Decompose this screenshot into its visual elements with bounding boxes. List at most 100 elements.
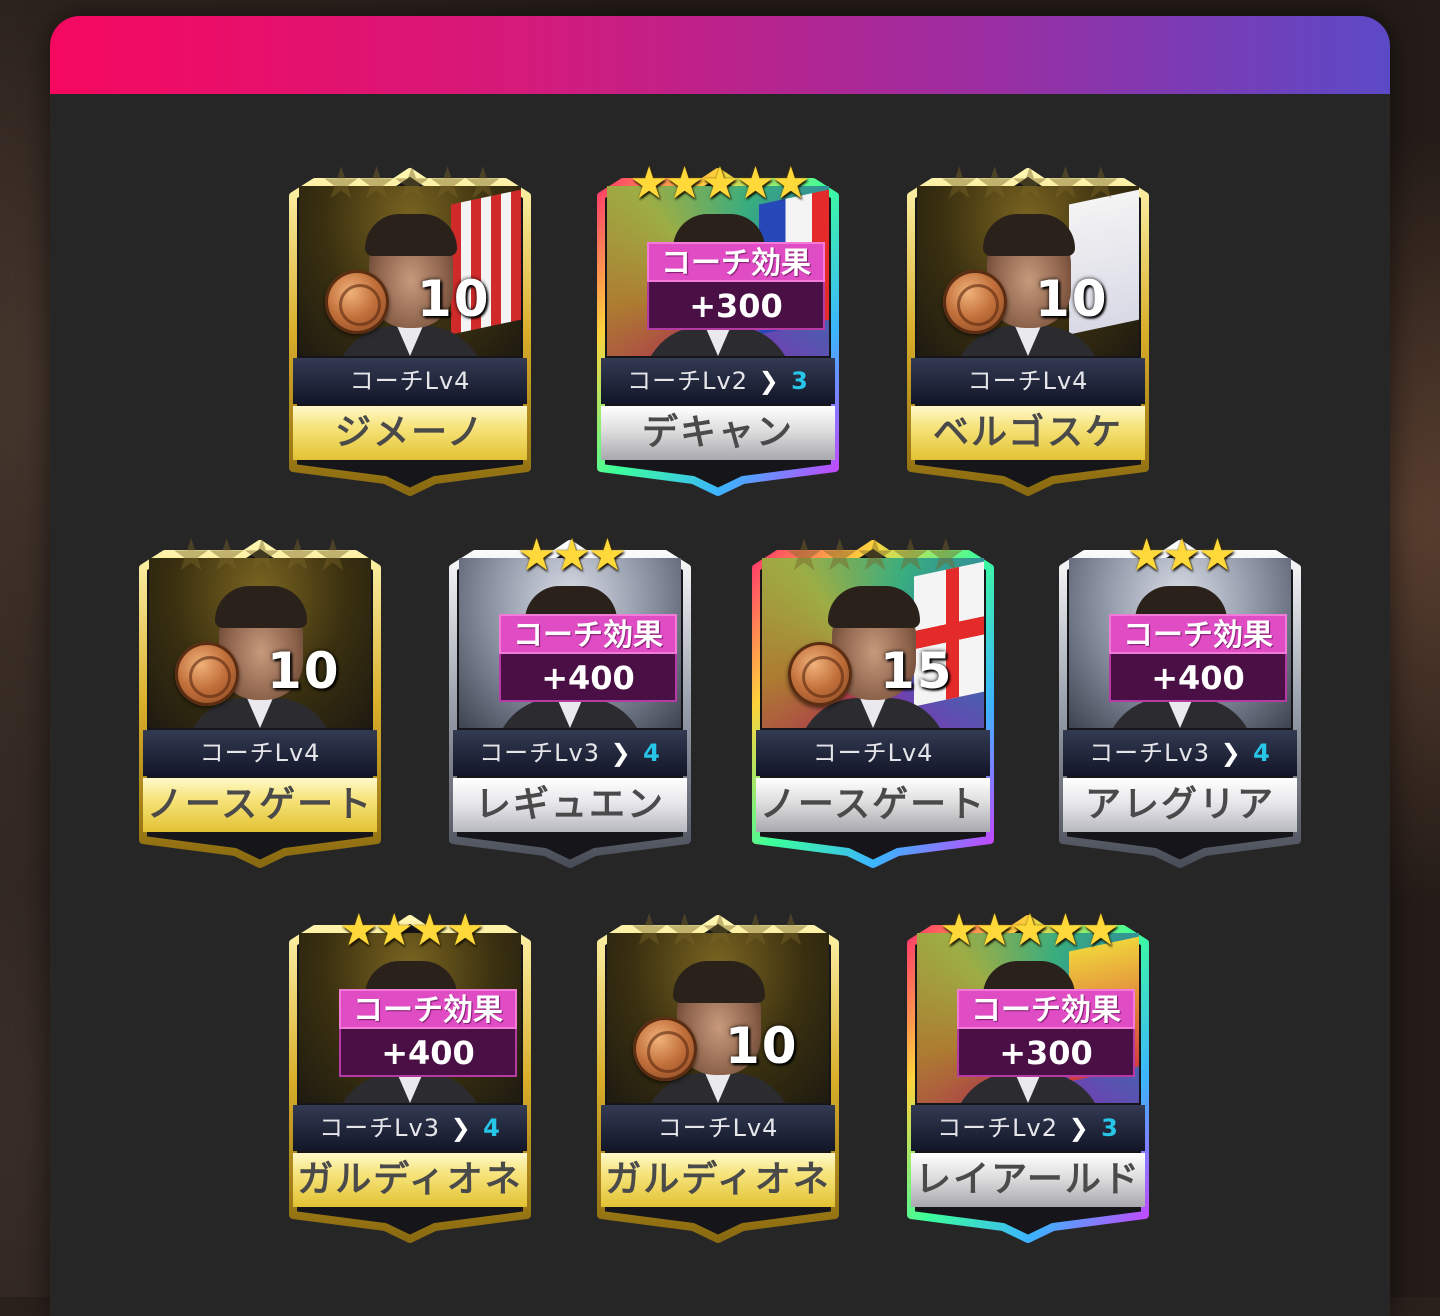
coach-portrait: 10 xyxy=(917,186,1139,356)
coach-effect-badge: コーチ効果 +400 xyxy=(339,989,517,1081)
star-icon: ★ xyxy=(735,905,776,956)
coach-card[interactable]: コーチ効果 +400 コーチLv3 ❯ 4 アレグリア ★★★ xyxy=(1055,534,1305,870)
coach-card[interactable]: コーチ効果 +300 コーチLv2 ❯ 3 レイアールド ★★★★★ xyxy=(903,909,1153,1245)
star-icon: ★ xyxy=(1126,530,1167,581)
bronze-medal-icon xyxy=(943,270,1007,334)
medal-level: 10 xyxy=(1035,270,1109,328)
coach-effect-label: コーチ効果 xyxy=(499,614,677,654)
rarity-stars: ★★★★★ xyxy=(903,909,1153,953)
star-icon: ★ xyxy=(552,530,592,581)
level-up-arrow-icon: ❯ xyxy=(758,367,790,395)
star-icon: ★ xyxy=(427,158,468,209)
coach-name: デキャン xyxy=(601,406,835,460)
coach-effect-badge: コーチ効果 +400 xyxy=(1109,614,1287,706)
rarity-stars: ★★★★ xyxy=(285,909,535,953)
star-icon: ★ xyxy=(974,158,1015,209)
coach-card[interactable]: 10 コーチLv4 ノースゲート ★★★★★ xyxy=(135,534,385,870)
star-icon: ★ xyxy=(242,530,282,581)
rarity-stars: ★★★★★ xyxy=(748,534,998,578)
coach-level: コーチLv3 xyxy=(319,1114,441,1142)
coach-card[interactable]: コーチ効果 +300 コーチLv2 ❯ 3 デキャン ★★★★★ xyxy=(593,162,843,498)
coach-hair xyxy=(828,586,920,628)
coach-name: ノースゲート xyxy=(143,778,377,832)
coach-level: コーチLv4 xyxy=(812,739,934,767)
star-icon: ★ xyxy=(819,530,860,581)
coach-name: レギュエン xyxy=(453,778,687,832)
coach-level-bar: コーチLv4 xyxy=(143,730,377,776)
coach-effect-value: +400 xyxy=(339,1029,517,1077)
next-coach-level: 4 xyxy=(483,1114,501,1142)
level-up-arrow-icon: ❯ xyxy=(1068,1114,1100,1142)
coach-name: ガルディオネ xyxy=(601,1153,835,1207)
bronze-medal-icon xyxy=(788,642,852,706)
coach-portrait: コーチ効果 +300 xyxy=(917,933,1139,1103)
coach-effect-label: コーチ効果 xyxy=(957,989,1135,1029)
star-icon: ★ xyxy=(784,530,824,581)
star-icon: ★ xyxy=(700,158,740,209)
coach-level-bar: コーチLv4 xyxy=(756,730,990,776)
star-icon: ★ xyxy=(392,158,432,209)
coach-effect-badge: コーチ効果 +400 xyxy=(499,614,677,706)
coach-name: ノースゲート xyxy=(756,778,990,832)
star-icon: ★ xyxy=(664,905,705,956)
star-icon: ★ xyxy=(1045,158,1086,209)
star-icon: ★ xyxy=(277,530,318,581)
star-icon: ★ xyxy=(939,158,979,209)
medal-level: 10 xyxy=(725,1017,799,1075)
star-icon: ★ xyxy=(1162,530,1202,581)
coach-portrait: 10 xyxy=(607,933,829,1103)
star-icon: ★ xyxy=(374,905,415,956)
coach-card[interactable]: コーチ効果 +400 コーチLv3 ❯ 4 ガルディオネ ★★★★ xyxy=(285,909,535,1245)
star-icon: ★ xyxy=(1197,530,1238,581)
rarity-stars: ★★★★★ xyxy=(593,162,843,206)
coach-level: コーチLv2 xyxy=(627,367,749,395)
coach-portrait: 10 xyxy=(149,558,371,728)
star-icon: ★ xyxy=(629,905,669,956)
coach-effect-value: +400 xyxy=(499,654,677,702)
coach-level-bar: コーチLv3 ❯ 4 xyxy=(453,730,687,776)
star-icon: ★ xyxy=(974,905,1015,956)
coach-level: コーチLv3 xyxy=(479,739,601,767)
coach-level: コーチLv3 xyxy=(1089,739,1211,767)
star-icon: ★ xyxy=(321,158,361,209)
next-coach-level: 3 xyxy=(1101,1114,1119,1142)
coach-card[interactable]: 10 コーチLv4 ガルディオネ ★★★★★ xyxy=(593,909,843,1245)
bronze-medal-icon xyxy=(633,1017,697,1081)
bronze-medal-icon xyxy=(175,642,239,706)
coach-effect-value: +300 xyxy=(957,1029,1135,1077)
coach-level-bar: コーチLv4 xyxy=(911,358,1145,404)
panel-header xyxy=(50,16,1390,94)
coach-name: ジメーノ xyxy=(293,406,527,460)
coach-hair xyxy=(365,214,457,256)
star-icon: ★ xyxy=(771,158,811,209)
star-icon: ★ xyxy=(700,905,740,956)
coach-level-bar: コーチLv3 ❯ 4 xyxy=(1063,730,1297,776)
rarity-stars: ★★★★★ xyxy=(593,909,843,953)
coach-card[interactable]: 15 コーチLv4 ノースゲート ★★★★★ xyxy=(748,534,998,870)
coach-name: レイアールド xyxy=(911,1153,1145,1207)
star-icon: ★ xyxy=(339,905,379,956)
rarity-stars: ★★★ xyxy=(445,534,695,578)
star-icon: ★ xyxy=(1081,905,1121,956)
next-coach-level: 4 xyxy=(643,739,661,767)
star-icon: ★ xyxy=(445,905,485,956)
star-icon: ★ xyxy=(587,530,628,581)
medal-level: 10 xyxy=(267,642,341,700)
medal-level: 10 xyxy=(417,270,491,328)
coach-card[interactable]: 10 コーチLv4 ベルゴスケ ★★★★★ xyxy=(903,162,1153,498)
rarity-stars: ★★★ xyxy=(1055,534,1305,578)
rarity-stars: ★★★★★ xyxy=(903,162,1153,206)
coach-name: ガルディオネ xyxy=(293,1153,527,1207)
coach-effect-badge: コーチ効果 +300 xyxy=(957,989,1135,1081)
coach-portrait: コーチ効果 +400 xyxy=(1069,558,1291,728)
coach-level: コーチLv4 xyxy=(967,367,1089,395)
coach-level-bar: コーチLv4 xyxy=(601,1105,835,1151)
coach-name: ベルゴスケ xyxy=(911,406,1145,460)
star-icon: ★ xyxy=(735,158,776,209)
star-icon: ★ xyxy=(939,905,979,956)
coach-card[interactable]: コーチ効果 +400 コーチLv3 ❯ 4 レギュエン ★★★ xyxy=(445,534,695,870)
star-icon: ★ xyxy=(516,530,557,581)
next-coach-level: 4 xyxy=(1253,739,1271,767)
coach-card[interactable]: 10 コーチLv4 ジメーノ ★★★★★ xyxy=(285,162,535,498)
star-icon: ★ xyxy=(356,158,397,209)
